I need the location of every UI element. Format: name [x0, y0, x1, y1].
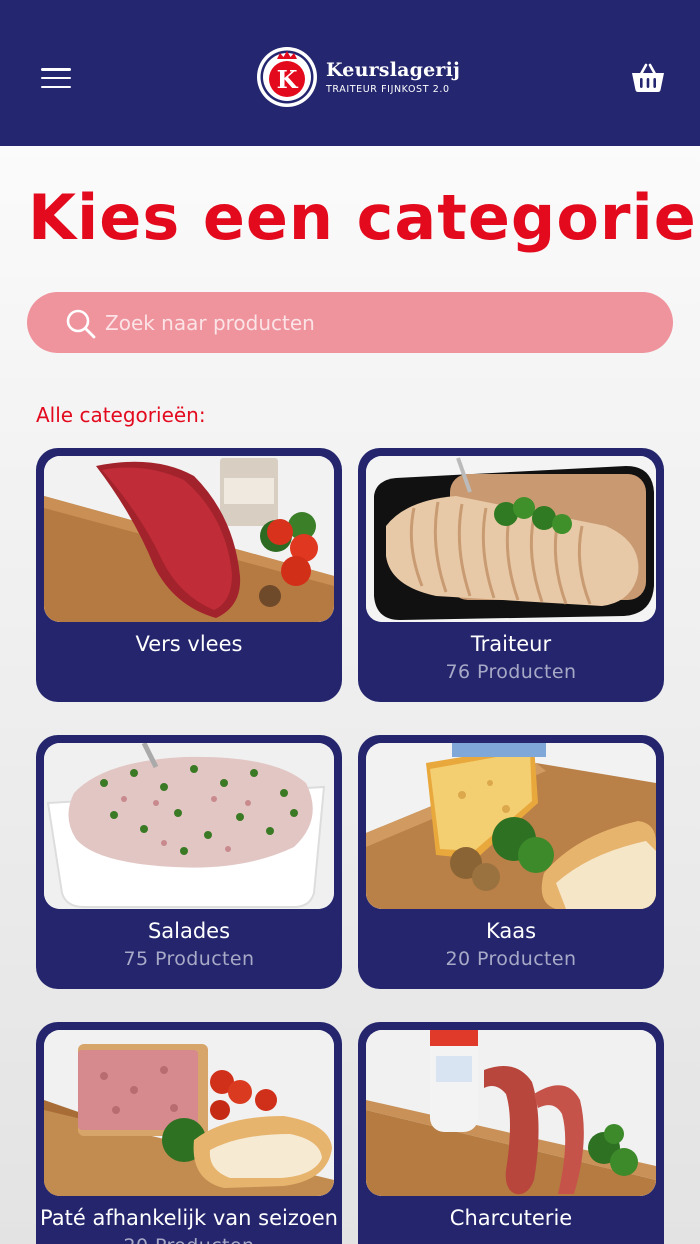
- category-name: Traiteur: [470, 632, 552, 656]
- steak-image: [44, 456, 334, 622]
- brand-subtitle: TRAITEUR FIJNKOST 2.0: [326, 83, 450, 95]
- category-card-charcuterie[interactable]: Charcuterie: [358, 1022, 664, 1244]
- category-card-traiteur[interactable]: Traiteur 76 Producten: [358, 448, 664, 702]
- category-card-kaas[interactable]: Kaas 20 Producten: [358, 735, 664, 989]
- category-image: [44, 456, 334, 622]
- salad-image: [44, 743, 334, 909]
- category-image: [366, 456, 656, 622]
- cheese-image: [366, 743, 656, 909]
- category-name: Salades: [147, 919, 231, 943]
- roast-image: [366, 456, 656, 622]
- category-image: [366, 743, 656, 909]
- brand-logo[interactable]: K Keurslagerij TRAITEUR FIJNKOST 2.0: [256, 46, 460, 108]
- category-name: Vers vlees: [135, 632, 243, 656]
- page-title: Kies een categorie: [28, 181, 697, 254]
- brand-name: Keurslagerij: [326, 58, 461, 81]
- category-image: [44, 743, 334, 909]
- logo-letter: K: [277, 65, 299, 94]
- search-icon: [66, 309, 96, 339]
- search-bar[interactable]: [27, 292, 673, 353]
- category-card-vers-vlees[interactable]: Vers vlees: [36, 448, 342, 702]
- hamburger-icon-line: [41, 76, 71, 80]
- category-name: Kaas: [485, 919, 537, 943]
- category-count: 75 Producten: [123, 948, 255, 970]
- search-input[interactable]: [105, 292, 655, 353]
- hamburger-icon-line: [41, 85, 71, 88]
- logo-badge-icon: K: [257, 47, 317, 107]
- menu-button[interactable]: [40, 66, 72, 90]
- section-label: Alle categorieën:: [36, 403, 206, 427]
- app-header: K Keurslagerij TRAITEUR FIJNKOST 2.0: [0, 0, 700, 146]
- category-name: Charcuterie: [449, 1206, 573, 1230]
- hamburger-icon-line: [41, 68, 71, 71]
- sausage-image: [366, 1030, 656, 1196]
- category-count: 76 Producten: [445, 661, 577, 683]
- category-count: 20 Producten: [445, 948, 577, 970]
- category-image: [366, 1030, 656, 1196]
- category-name: Paté afhankelijk van seizoen: [40, 1206, 338, 1230]
- category-card-pate[interactable]: Paté afhankelijk van seizoen 20 Producte…: [36, 1022, 342, 1244]
- category-count: 20 Producten: [36, 1233, 342, 1244]
- basket-icon[interactable]: [630, 62, 666, 94]
- category-card-salades[interactable]: Salades 75 Producten: [36, 735, 342, 989]
- pate-image: [44, 1030, 334, 1196]
- brand-text: Keurslagerij TRAITEUR FIJNKOST 2.0: [326, 59, 460, 96]
- category-image: [44, 1030, 334, 1196]
